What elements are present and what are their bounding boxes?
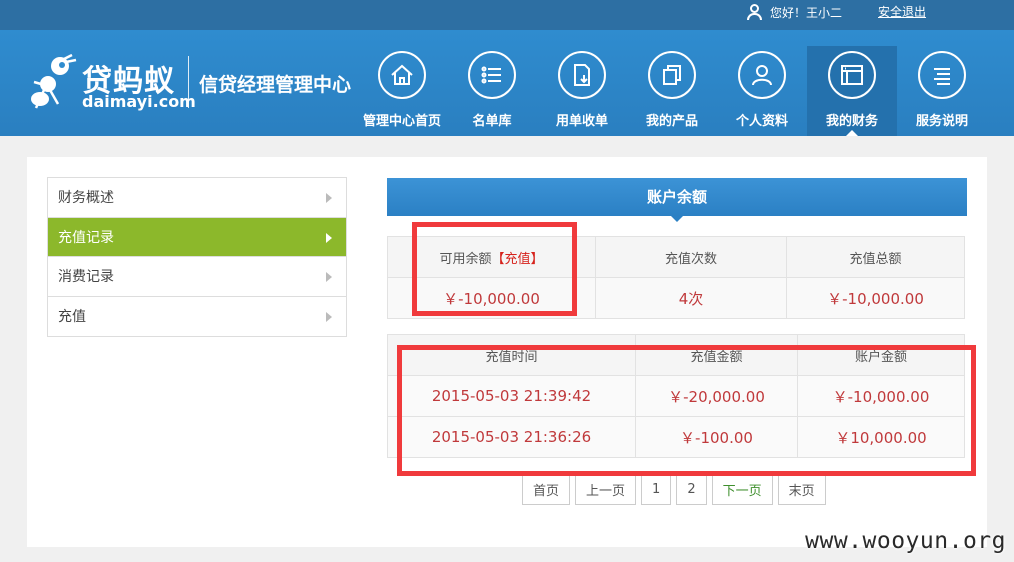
panel-title-text: 账户余额 [646,188,707,206]
sidebar-item-label: 财务概述 [58,190,114,207]
last-page-button[interactable]: 末页 [777,474,826,505]
nav-finance[interactable]: 我的财务 [807,46,897,136]
sidebar-item-recharge[interactable]: 充值 [48,297,346,337]
nav-label: 我的产品 [645,114,698,129]
logo[interactable]: 贷蚂蚁 daimayi.com [28,52,196,122]
chevron-right-icon [326,193,332,203]
chevron-right-icon [326,272,332,282]
top-bar: 您好！王小二 安全退出 [0,0,1014,30]
nav-list[interactable]: 名单库 [447,46,537,136]
next-page-button[interactable]: 下一页 [711,474,773,505]
logo-domain: daimayi.com [82,92,196,111]
home-icon [391,64,413,85]
nav-orders[interactable]: 用单收单 [537,46,627,136]
product-icon [663,65,681,85]
balance-title: 账户余额 [387,178,967,222]
main-nav: 管理中心首页 名单库 用单收单 我的产品 个人资料 我的财务 服务说明 [357,46,987,136]
first-page-button[interactable]: 首页 [522,474,571,505]
page-1-button[interactable]: 1 [641,474,672,505]
nav-label: 用单收单 [555,114,608,129]
finance-sidebar: 财务概述 充值记录 消费记录 充值 [47,177,347,337]
nav-home[interactable]: 管理中心首页 [357,46,447,136]
annotation-box-records [397,345,976,476]
active-arrow [846,130,858,136]
menu-icon [934,68,950,85]
sidebar-item-label: 消费记录 [58,269,114,286]
header-divider [188,56,189,108]
header-count: 充值次数 [595,236,787,278]
pagination: 首页 上一页 1 2 下一页 末页 [522,474,826,505]
annotation-box-balance [412,222,577,316]
sidebar-item-label: 充值记录 [58,229,114,246]
header-total: 充值总额 [786,236,965,278]
nav-service[interactable]: 服务说明 [897,46,987,136]
sidebar-item-spending-records[interactable]: 消费记录 [48,257,346,297]
sidebar-item-recharge-records[interactable]: 充值记录 [48,217,346,257]
user-info: 您好！王小二 [746,3,842,21]
nav-label: 服务说明 [915,114,968,129]
page-2-button[interactable]: 2 [676,474,707,505]
sidebar-item-label: 充值 [58,309,86,326]
recharge-count: 4次 [595,277,787,319]
user-icon [746,3,762,21]
header: 贷蚂蚁 daimayi.com 信贷经理管理中心 管理中心首页 名单库 用单收单… [0,30,1014,136]
chevron-right-icon [326,232,332,243]
sidebar-item-overview[interactable]: 财务概述 [48,178,346,218]
greeting-text: 您好！王小二 [770,5,843,20]
watermark: www.wooyun.org [805,528,1006,554]
logout-link[interactable]: 安全退出 [878,3,926,20]
nav-profile[interactable]: 个人资料 [717,46,807,136]
nav-label: 个人资料 [735,114,788,129]
list-icon [481,66,501,84]
prev-page-button[interactable]: 上一页 [575,474,637,505]
chevron-right-icon [326,311,332,322]
nav-label: 名单库 [472,114,512,129]
finance-icon [841,65,863,85]
site-subtitle: 信贷经理管理中心 [199,74,352,96]
nav-products[interactable]: 我的产品 [627,46,717,136]
document-download-icon [574,64,590,86]
recharge-total: ￥-10,000.00 [786,277,965,319]
title-arrow [671,216,683,222]
person-icon [752,65,772,86]
nav-label: 我的财务 [825,114,878,129]
ant-logo-icon [31,54,77,109]
nav-label: 管理中心首页 [362,114,441,129]
